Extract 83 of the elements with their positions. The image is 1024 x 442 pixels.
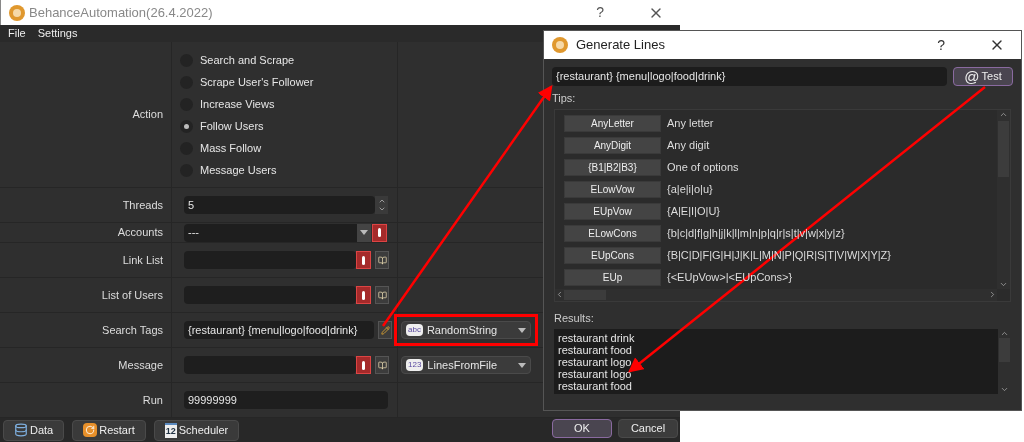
result-line: restaurant food [558, 344, 633, 356]
radio-option[interactable]: Mass Follow [180, 140, 397, 156]
database-icon [14, 423, 28, 437]
radio-option[interactable]: Follow Users [180, 118, 397, 134]
help-button[interactable]: ? [937, 34, 945, 56]
input-field[interactable]: {restaurant} {menu|logo|food|drink} [184, 321, 374, 339]
book-icon [377, 360, 387, 370]
tip-button[interactable]: EUpVow [564, 202, 661, 220]
radio-option[interactable]: Message Users [180, 162, 397, 178]
tip-button[interactable]: EUpCons [564, 246, 661, 264]
field-label: List of Users [101, 287, 163, 303]
result-line: restaurant logo [558, 356, 633, 368]
input-field[interactable]: 99999999 [184, 391, 388, 409]
input-field[interactable] [184, 356, 356, 374]
field-label: Action [132, 107, 163, 123]
dialog-title: Generate Lines [576, 36, 665, 55]
dialog-button[interactable]: Cancel [618, 419, 678, 438]
scroll-thumb[interactable] [999, 338, 1010, 362]
result-line: restaurant logo [558, 368, 633, 380]
browse-button[interactable] [375, 251, 389, 269]
type-badge: 123 [406, 359, 424, 371]
source-dropdown[interactable]: 123 LinesFromFile [401, 356, 531, 374]
radio-button[interactable] [180, 119, 193, 133]
tip-button[interactable]: ELowCons [564, 224, 661, 242]
book-icon [377, 255, 387, 265]
vertical-scrollbar[interactable] [997, 109, 1010, 289]
field-label: Run [142, 392, 163, 408]
source-dropdown[interactable]: abc RandomString [401, 321, 531, 339]
tip-button[interactable]: {B1|B2|B3} [564, 158, 661, 176]
calendar-badge: 12 [164, 422, 177, 438]
browse-button[interactable] [375, 356, 389, 374]
horizontal-scrollbar[interactable] [555, 288, 997, 301]
scroll-up-icon[interactable] [1000, 329, 1009, 338]
input-field[interactable]: 5 [184, 196, 375, 214]
result-line: restaurant drink [558, 332, 636, 344]
radio-option[interactable]: Scrape User's Follower [180, 74, 397, 90]
toolbar-button[interactable]: 12 Scheduler [153, 419, 240, 441]
input-field[interactable] [184, 286, 356, 304]
tips-label: Tips: [551, 91, 577, 106]
scroll-down-icon[interactable] [1000, 385, 1009, 394]
menu-item[interactable]: File [8, 25, 26, 42]
spin-arrows-icon[interactable] [375, 196, 388, 214]
radio-option[interactable]: Increase Views [180, 96, 397, 112]
caret-icon [360, 230, 368, 235]
book-icon [377, 290, 387, 300]
tip-text: {a|e|i|o|u} [667, 181, 713, 197]
tip-text: One of options [667, 159, 739, 175]
tip-button[interactable]: AnyLetter [564, 114, 661, 132]
scroll-right-icon[interactable] [988, 290, 997, 299]
field-label: Accounts [117, 225, 163, 241]
window-title: BehanceAutomation(26.4.2022) [29, 3, 213, 22]
field-label: Threads [122, 197, 163, 213]
toolbar-button[interactable]: Data [3, 419, 65, 441]
input-field[interactable] [184, 251, 356, 269]
tip-text: {A|E|I|O|U} [667, 203, 720, 219]
app-logo-icon [9, 4, 25, 21]
caret-icon [518, 362, 526, 368]
results-label: Results: [553, 310, 595, 326]
pencil-icon [380, 325, 390, 335]
tip-button[interactable]: EUp [564, 268, 661, 286]
tip-button[interactable]: AnyDigit [564, 136, 661, 154]
accounts-dropdown[interactable]: --- [184, 223, 371, 242]
tip-text: Any letter [667, 115, 714, 131]
field-label: Search Tags [102, 322, 163, 338]
field-label: Link List [122, 252, 163, 268]
browse-button[interactable] [375, 286, 389, 304]
help-button[interactable]: ? [596, 2, 604, 23]
tip-button[interactable]: ELowVow [564, 180, 661, 198]
tip-text: Any digit [667, 137, 710, 153]
dialog-button[interactable]: OK [552, 419, 612, 438]
restart-icon [83, 423, 98, 437]
result-line: restaurant food [558, 380, 633, 392]
scroll-left-icon[interactable] [555, 290, 564, 299]
app-logo-icon [552, 37, 568, 53]
toolbar-button[interactable]: Restart [72, 419, 146, 441]
test-button[interactable]: @Test [953, 67, 1013, 86]
type-badge: abc [406, 324, 423, 336]
menu-item[interactable]: Settings [37, 25, 78, 42]
pattern-field[interactable]: {restaurant} {menu|logo|food|drink} [552, 67, 947, 86]
caret-icon [518, 327, 526, 333]
radio-option[interactable]: Search and Scrape [180, 52, 397, 68]
edit-button[interactable] [378, 321, 392, 339]
field-label: Message [118, 357, 163, 373]
